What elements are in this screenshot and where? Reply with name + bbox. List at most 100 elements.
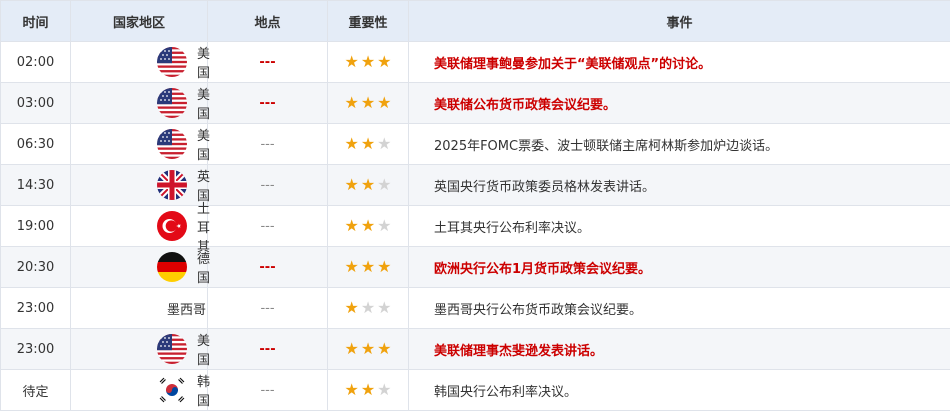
star-filled-icon: ★ <box>377 338 392 358</box>
event-place: --- <box>260 136 275 152</box>
country-name: 美国 <box>197 129 211 163</box>
event-description: 英国央行货币政策委员格林发表讲话。 <box>408 164 950 206</box>
event-description: 2025年FOMC票委、波士顿联储主席柯林斯参加炉边谈话。 <box>408 123 950 165</box>
event-time: 14:30 <box>0 164 71 206</box>
event-place: --- <box>259 341 276 357</box>
event-place: --- <box>260 177 275 193</box>
importance-rating: ★ ★ ★ <box>327 328 409 370</box>
header-country: 国家地区 <box>70 0 208 42</box>
star-empty-icon: ★ <box>377 133 392 153</box>
event-time: 02:00 <box>0 41 71 83</box>
star-filled-icon: ★ <box>344 92 359 112</box>
event-description: 墨西哥央行公布货币政策会议纪要。 <box>408 287 950 329</box>
star-empty-icon: ★ <box>377 379 392 399</box>
table-row: 23:00 美国 --- ★ ★ ★ 美联储理事杰斐逊发表讲话。 <box>0 328 950 370</box>
star-filled-icon: ★ <box>344 215 359 235</box>
star-filled-icon: ★ <box>360 51 376 71</box>
event-description: 韩国央行公布利率决议。 <box>408 369 950 411</box>
event-place: --- <box>260 382 275 398</box>
importance-rating: ★ ★ ★ <box>327 246 409 288</box>
table-body: 02:00 美国 --- ★ ★ ★ 美联储理事鲍曼参加关于“美联储观点”的讨论。 03:00… <box>0 41 950 411</box>
country-name: 土耳其 <box>197 201 211 255</box>
table-row: 03:00 美国 --- ★ ★ ★ 美联储公布货币政策会议纪要。 <box>0 82 950 124</box>
event-place: --- <box>260 300 275 316</box>
table-row: 14:30 英国 --- ★ ★ ★ 英国央行货币政策委员格林发表讲话。 <box>0 164 950 206</box>
country-name: 美国 <box>197 88 211 122</box>
event-time: 23:00 <box>0 287 71 329</box>
event-time: 23:00 <box>0 328 71 370</box>
star-filled-icon: ★ <box>360 338 376 358</box>
event-place: --- <box>259 95 276 111</box>
us-flag-icon <box>157 129 187 159</box>
table-header-row: 时间 国家地区 地点 重要性 事件 <box>0 0 950 42</box>
event-time: 待定 <box>0 369 71 411</box>
table-row: 23:00 墨西哥 --- ★ ★ ★ 墨西哥央行公布货币政策会议纪要。 <box>0 287 950 329</box>
country-name: 墨西哥 <box>167 302 207 318</box>
us-flag-icon <box>157 47 187 77</box>
header-importance: 重要性 <box>327 0 409 42</box>
event-country-cell: 墨西哥 <box>70 287 208 329</box>
event-description: 美联储理事鲍曼参加关于“美联储观点”的讨论。 <box>408 41 950 83</box>
event-place-cell: --- <box>207 328 328 370</box>
table-row: 20:30 德国 --- ★ ★ ★ 欧洲央行公布1月货币政策会议纪要。 <box>0 246 950 288</box>
header-time: 时间 <box>0 0 71 42</box>
star-filled-icon: ★ <box>360 133 376 153</box>
importance-rating: ★ ★ ★ <box>327 287 409 329</box>
star-filled-icon: ★ <box>360 174 376 194</box>
importance-rating: ★ ★ ★ <box>327 164 409 206</box>
us-flag-icon <box>157 334 187 364</box>
korea-flag-icon <box>157 375 187 405</box>
star-filled-icon: ★ <box>344 133 359 153</box>
event-place-cell: --- <box>207 123 328 165</box>
star-empty-icon: ★ <box>377 215 392 235</box>
star-filled-icon: ★ <box>344 297 359 317</box>
country-name: 美国 <box>197 47 211 81</box>
event-place-cell: --- <box>207 164 328 206</box>
country-name: 韩国 <box>197 375 211 409</box>
event-time: 06:30 <box>0 123 71 165</box>
event-country-cell: 美国 <box>70 328 210 370</box>
star-filled-icon: ★ <box>377 51 392 71</box>
event-country-cell: 韩国 <box>70 369 211 411</box>
event-place-cell: --- <box>207 82 328 124</box>
table-row: 06:30 美国 --- ★ ★ ★ 2025年FOMC票委、波士顿联储主席柯林斯参加炉边谈… <box>0 123 950 165</box>
star-filled-icon: ★ <box>360 256 376 276</box>
table-row: 待定 韩国 --- ★ ★ ★ 韩国央行公布利率决议。 <box>0 369 950 411</box>
us-flag-icon <box>157 88 187 118</box>
event-description: 美联储理事杰斐逊发表讲话。 <box>408 328 950 370</box>
star-filled-icon: ★ <box>360 215 376 235</box>
event-country-cell: 英国 <box>70 164 210 206</box>
event-description: 欧洲央行公布1月货币政策会议纪要。 <box>408 246 950 288</box>
event-description: 土耳其央行公布利率决议。 <box>408 205 950 247</box>
star-filled-icon: ★ <box>360 92 376 112</box>
event-place: --- <box>259 259 276 275</box>
event-time: 19:00 <box>0 205 71 247</box>
event-place-cell: --- <box>207 287 328 329</box>
event-place-cell: --- <box>207 41 328 83</box>
table-row: 02:00 美国 --- ★ ★ ★ 美联储理事鲍曼参加关于“美联储观点”的讨论。 <box>0 41 950 83</box>
event-country-cell: 土耳其 <box>70 202 210 255</box>
star-filled-icon: ★ <box>344 338 359 358</box>
star-filled-icon: ★ <box>344 379 359 399</box>
star-filled-icon: ★ <box>344 256 359 276</box>
importance-rating: ★ ★ ★ <box>327 41 409 83</box>
star-filled-icon: ★ <box>344 174 359 194</box>
event-place-cell: --- <box>207 205 328 247</box>
event-time: 20:30 <box>0 246 71 288</box>
event-country-cell: 美国 <box>70 82 211 124</box>
event-time: 03:00 <box>0 82 71 124</box>
importance-rating: ★ ★ ★ <box>327 123 409 165</box>
star-filled-icon: ★ <box>377 92 392 112</box>
event-description: 美联储公布货币政策会议纪要。 <box>408 82 950 124</box>
event-place-cell: --- <box>207 246 328 288</box>
star-filled-icon: ★ <box>360 379 376 399</box>
star-filled-icon: ★ <box>344 51 359 71</box>
event-country-cell: 美国 <box>70 41 211 83</box>
event-country-cell: 美国 <box>70 123 211 165</box>
event-place: --- <box>260 218 275 234</box>
importance-rating: ★ ★ ★ <box>327 205 409 247</box>
economic-calendar-table: 时间 国家地区 地点 重要性 事件 02:00 美国 --- ★ ★ ★ 美联储理事鲍曼参加… <box>0 0 950 411</box>
event-place: --- <box>259 54 276 70</box>
importance-rating: ★ ★ ★ <box>327 82 409 124</box>
star-empty-icon: ★ <box>377 174 392 194</box>
